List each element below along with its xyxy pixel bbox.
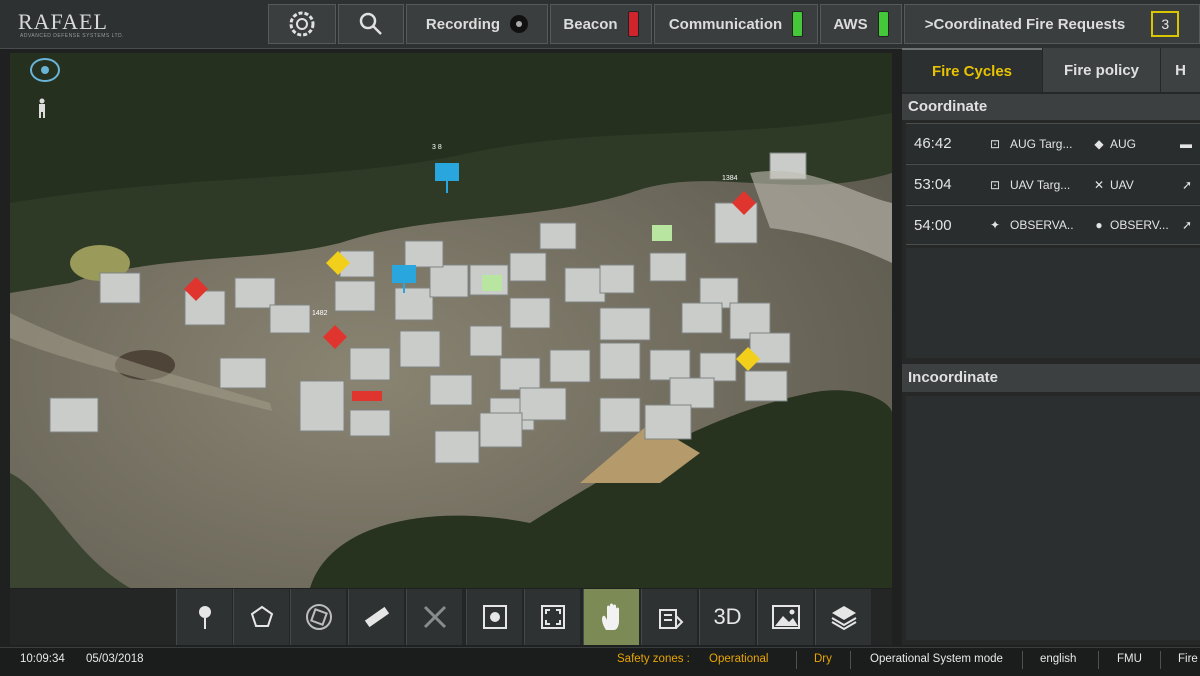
weather-status: Dry [814,653,832,665]
incoordinate-section-title: Incoordinate [902,364,1200,392]
radar-settings-icon [289,11,315,37]
tab-fire-policy[interactable]: Fire policy [1043,48,1160,92]
fire-requests-label: >Coordinated Fire Requests [924,15,1126,33]
status-bar [0,647,1200,676]
polygon-icon [250,605,273,627]
rafael-logo: RAFAEL [18,9,108,34]
observer-icon: ● [1095,218,1103,232]
svg-text:1384: 1384 [722,175,738,182]
layers-icon [830,606,857,631]
fire-requests-count-badge: 3 [1151,11,1180,37]
row-label: AUG Targ... [1010,136,1073,151]
rotate-tool[interactable] [290,589,346,645]
incoordinate-list [906,396,1200,640]
cross-tool[interactable] [406,589,462,645]
row-target: UAV [1110,177,1134,192]
tank-icon: ▬ [1180,136,1192,151]
coordinate-empty-area [906,248,1200,358]
soldier-icon: ✦ [989,218,1001,232]
aws-status-led [877,11,889,37]
fit-screen-tool[interactable] [524,589,580,645]
fmu-status[interactable]: FMU [1117,653,1142,665]
hand-pan-tool[interactable] [583,589,639,645]
settings-icon [482,605,507,629]
row-time: 53:04 [914,176,952,193]
building-icon [658,609,683,629]
svg-text:1482: 1482 [312,310,328,317]
aws-label: AWS [833,15,868,33]
language-selector[interactable]: english [1040,653,1076,665]
missile-icon: ➚ [1181,177,1192,192]
target-request-icon: ⊡ [989,177,1001,192]
uav-icon: ✕ [1093,177,1105,192]
record-icon [510,15,529,33]
target-request-icon: ⊡ [989,136,1001,151]
fire-cycle-row[interactable]: 46:42 ⊡ AUG Targ... ◆ AUG ▬ [906,123,1200,163]
status-time: 10:09:34 [20,653,65,665]
vehicle-icon: ◆ [1094,136,1104,151]
status-divider [1098,651,1099,669]
beacon-label: Beacon [563,15,618,33]
row-time: 54:00 [914,216,952,234]
communication-status-led [792,11,804,37]
coordinate-section-title: Coordinate [902,94,1200,120]
fire-status[interactable]: Fire [1178,653,1198,665]
tab-h[interactable]: H [1161,48,1200,92]
aerial-map-image: 1384 1482 3 8 [10,53,892,588]
logo-subtitle: ADVANCED DEFENSE SYSTEMS LTD. [20,33,125,39]
status-date: 05/03/2018 [86,653,144,665]
ruler-tool[interactable] [348,589,404,645]
status-divider [850,651,851,669]
ruler-icon [364,606,389,628]
rotate-icon [305,604,332,630]
search-icon [359,12,382,35]
person-icon[interactable] [36,98,48,123]
system-mode[interactable]: Operational System mode [870,653,1003,665]
tab-fire-cycles[interactable]: Fire Cycles [902,48,1042,92]
aws-button[interactable]: AWS [820,4,902,44]
cross-icon [423,605,446,629]
safety-zones-value: Operational [709,653,769,665]
pin-tool[interactable] [176,589,232,645]
recording-label: Recording [425,15,501,33]
beacon-button[interactable]: Beacon [550,4,652,44]
beacon-status-led [627,11,639,37]
settings-button[interactable] [268,4,336,44]
image-icon [771,605,800,629]
fit-screen-icon [540,605,565,629]
hand-pan-icon [601,603,619,630]
layers-tool[interactable] [815,589,871,645]
fire-cycle-row[interactable]: 54:00 ✦ OBSERVA... ● OBSERV... ➚ [906,205,1200,245]
status-divider [796,651,797,669]
map-view[interactable]: 1384 1482 3 8 [10,53,892,588]
row-time: 46:42 [914,135,952,152]
svg-text:3 8: 3 8 [432,144,442,151]
row-target: AUG [1110,136,1137,151]
safety-zones-label: Safety zones : [617,653,690,665]
search-button[interactable] [338,4,404,44]
recording-button[interactable]: Recording [406,4,548,44]
missile-icon: ➚ [1181,218,1192,232]
communication-label: Communication [668,15,783,33]
image-tool[interactable] [757,589,813,645]
3d-view-button[interactable]: 3D [699,589,755,645]
row-label: OBSERVA... [1010,218,1074,232]
building-tool[interactable] [641,589,697,645]
status-divider [1022,651,1023,669]
coordinated-fire-requests-button[interactable]: >Coordinated Fire Requests 3 [904,4,1200,44]
polygon-tool[interactable] [233,589,289,645]
pin-icon [198,606,211,629]
compass-icon[interactable] [30,58,60,82]
fire-cycle-row[interactable]: 53:04 ⊡ UAV Targ... ✕ UAV ➚ [906,164,1200,204]
row-label: UAV Targ... [1010,177,1071,192]
status-divider [1160,651,1161,669]
settings-tool[interactable] [466,589,522,645]
row-target: OBSERV... [1110,218,1169,232]
communication-button[interactable]: Communication [654,4,818,44]
